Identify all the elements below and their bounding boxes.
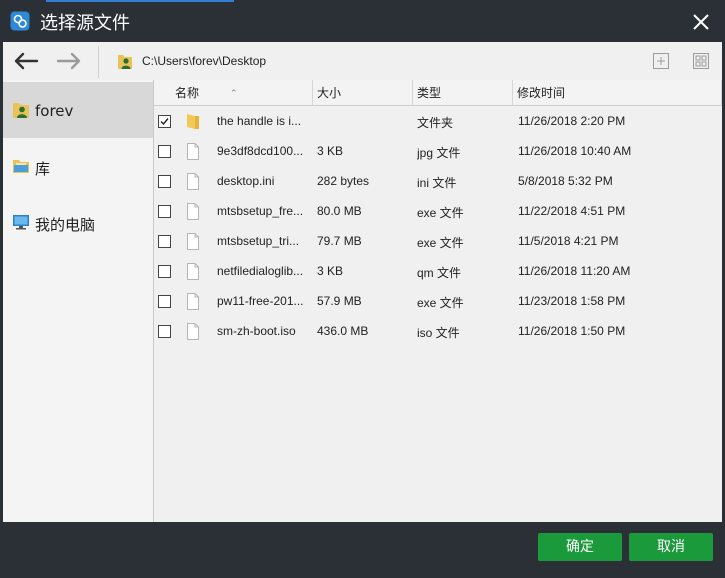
sidebar-item-library[interactable]: 库 bbox=[3, 138, 153, 194]
file-type: exe 文件 bbox=[417, 206, 464, 220]
sidebar-item-label: 我的电脑 bbox=[35, 216, 96, 234]
sort-up-icon: ⌃ bbox=[230, 89, 238, 99]
user-folder-icon bbox=[118, 55, 132, 69]
sidebar-item-forev[interactable]: forev bbox=[3, 82, 153, 138]
close-icon[interactable] bbox=[689, 10, 713, 34]
table-row[interactable]: netfiledialoglib... 3 KB qm 文件 11/26/2018 1… bbox=[154, 256, 722, 286]
sidebar-item-label: forev bbox=[35, 102, 74, 120]
file-icon bbox=[187, 173, 199, 190]
arrow-right-icon[interactable] bbox=[54, 50, 84, 72]
file-type: exe 文件 bbox=[417, 236, 464, 250]
file-date: 11/26/2018 10:40 AM bbox=[518, 144, 632, 158]
row-checkbox[interactable] bbox=[158, 265, 171, 278]
file-date: 11/5/2018 4:21 PM bbox=[518, 234, 619, 248]
file-size: 436.0 MB bbox=[317, 324, 369, 338]
file-icon bbox=[187, 323, 199, 340]
cancel-button[interactable]: 取消 bbox=[629, 533, 713, 561]
arrow-left-icon[interactable] bbox=[11, 50, 41, 72]
window-title: 选择源文件 bbox=[40, 13, 130, 34]
plus-box-icon[interactable] bbox=[651, 51, 671, 71]
file-size: 3 KB bbox=[317, 144, 344, 158]
file-size: 57.9 MB bbox=[317, 294, 362, 308]
ok-button[interactable]: 确定 bbox=[538, 533, 622, 561]
table-row[interactable]: mtsbsetup_fre... 80.0 MB exe 文件 11/22/2018 … bbox=[154, 196, 722, 226]
table-row[interactable]: mtsbsetup_tri... 79.7 MB exe 文件 11/5/2018 4… bbox=[154, 226, 722, 256]
column-header-size[interactable]: 大小 bbox=[313, 80, 413, 105]
file-name: netfiledialoglib... bbox=[217, 264, 304, 278]
row-checkbox[interactable] bbox=[158, 295, 171, 308]
file-type: qm 文件 bbox=[417, 266, 462, 280]
file-type: 文件夹 bbox=[417, 116, 454, 130]
file-date: 11/26/2018 11:20 AM bbox=[518, 264, 631, 278]
column-header-name[interactable]: 名称 ⌃ bbox=[154, 80, 313, 105]
file-icon bbox=[187, 263, 199, 280]
file-type: jpg 文件 bbox=[417, 146, 461, 160]
row-checkbox[interactable] bbox=[158, 325, 171, 338]
computer-icon bbox=[13, 215, 29, 230]
sidebar: forev 库 我的电脑 bbox=[3, 80, 154, 522]
sidebar-item-my-computer[interactable]: 我的电脑 bbox=[3, 194, 153, 250]
file-date: 5/8/2018 5:32 PM bbox=[518, 174, 613, 188]
file-type: iso 文件 bbox=[417, 326, 460, 340]
user-folder-icon bbox=[13, 103, 29, 118]
file-icon bbox=[187, 143, 199, 160]
file-dialog: C:\Users\forev\Desktop forev 库 我的电脑 名称 ⌃… bbox=[3, 42, 722, 522]
row-checkbox[interactable] bbox=[158, 145, 171, 158]
dialog-footer: 确定 取消 bbox=[0, 522, 725, 578]
title-bar: 选择源文件 bbox=[0, 0, 725, 42]
file-date: 11/26/2018 2:20 PM bbox=[518, 114, 626, 128]
file-icon bbox=[187, 233, 199, 250]
file-icon bbox=[187, 293, 199, 310]
file-size: 79.7 MB bbox=[317, 234, 362, 248]
row-checkbox[interactable] bbox=[158, 235, 171, 248]
toolbar-divider bbox=[98, 46, 99, 78]
file-name: mtsbsetup_tri... bbox=[217, 234, 300, 248]
file-size: 282 bytes bbox=[317, 174, 370, 188]
row-checkbox[interactable] bbox=[158, 175, 171, 188]
grid-view-icon[interactable] bbox=[691, 51, 711, 71]
file-date: 11/23/2018 1:58 PM bbox=[518, 294, 626, 308]
file-name: desktop.ini bbox=[217, 174, 275, 188]
sidebar-item-label: 库 bbox=[35, 160, 51, 178]
file-type: exe 文件 bbox=[417, 296, 464, 310]
toolbar: C:\Users\forev\Desktop bbox=[3, 42, 722, 80]
title-accent-line bbox=[46, 0, 234, 2]
table-row[interactable]: desktop.ini 282 bytes ini 文件 5/8/2018 5:32 … bbox=[154, 166, 722, 196]
table-row[interactable]: 9e3df8dcd100... 3 KB jpg 文件 11/26/2018 10:4… bbox=[154, 136, 722, 166]
column-header-date[interactable]: 修改时间 bbox=[513, 80, 722, 105]
file-size: 3 KB bbox=[317, 264, 344, 278]
file-date: 11/26/2018 1:50 PM bbox=[518, 324, 626, 338]
column-label: 名称 bbox=[175, 86, 200, 100]
table-header: 名称 ⌃ 大小 类型 修改时间 bbox=[154, 80, 722, 106]
file-size: 80.0 MB bbox=[317, 204, 362, 218]
column-header-type[interactable]: 类型 bbox=[413, 80, 513, 105]
file-icon bbox=[187, 203, 199, 220]
file-type: ini 文件 bbox=[417, 176, 457, 190]
file-name: mtsbsetup_fre... bbox=[217, 204, 304, 218]
file-name: 9e3df8dcd100... bbox=[217, 144, 304, 158]
checkmark-icon bbox=[160, 118, 169, 126]
folder-icon bbox=[187, 114, 199, 129]
table-row[interactable]: sm-zh-boot.iso 436.0 MB iso 文件 11/26/2018 1… bbox=[154, 316, 722, 346]
file-date: 11/22/2018 4:51 PM bbox=[518, 204, 626, 218]
file-name: the handle is i... bbox=[217, 114, 302, 128]
row-checkbox[interactable] bbox=[158, 115, 171, 128]
table-row[interactable]: pw11-free-201... 57.9 MB exe 文件 11/23/2018 … bbox=[154, 286, 722, 316]
file-name: sm-zh-boot.iso bbox=[217, 324, 296, 338]
table-row[interactable]: the handle is i... 文件夹 11/26/2018 2:20 PM bbox=[154, 106, 722, 136]
file-name: pw11-free-201... bbox=[217, 294, 304, 308]
library-icon bbox=[13, 160, 29, 173]
row-checkbox[interactable] bbox=[158, 205, 171, 218]
file-list: 名称 ⌃ 大小 类型 修改时间 the handle is i... 文件夹 11/… bbox=[154, 80, 722, 522]
app-logo-icon bbox=[10, 11, 30, 31]
path-breadcrumb[interactable]: C:\Users\forev\Desktop bbox=[142, 54, 266, 68]
